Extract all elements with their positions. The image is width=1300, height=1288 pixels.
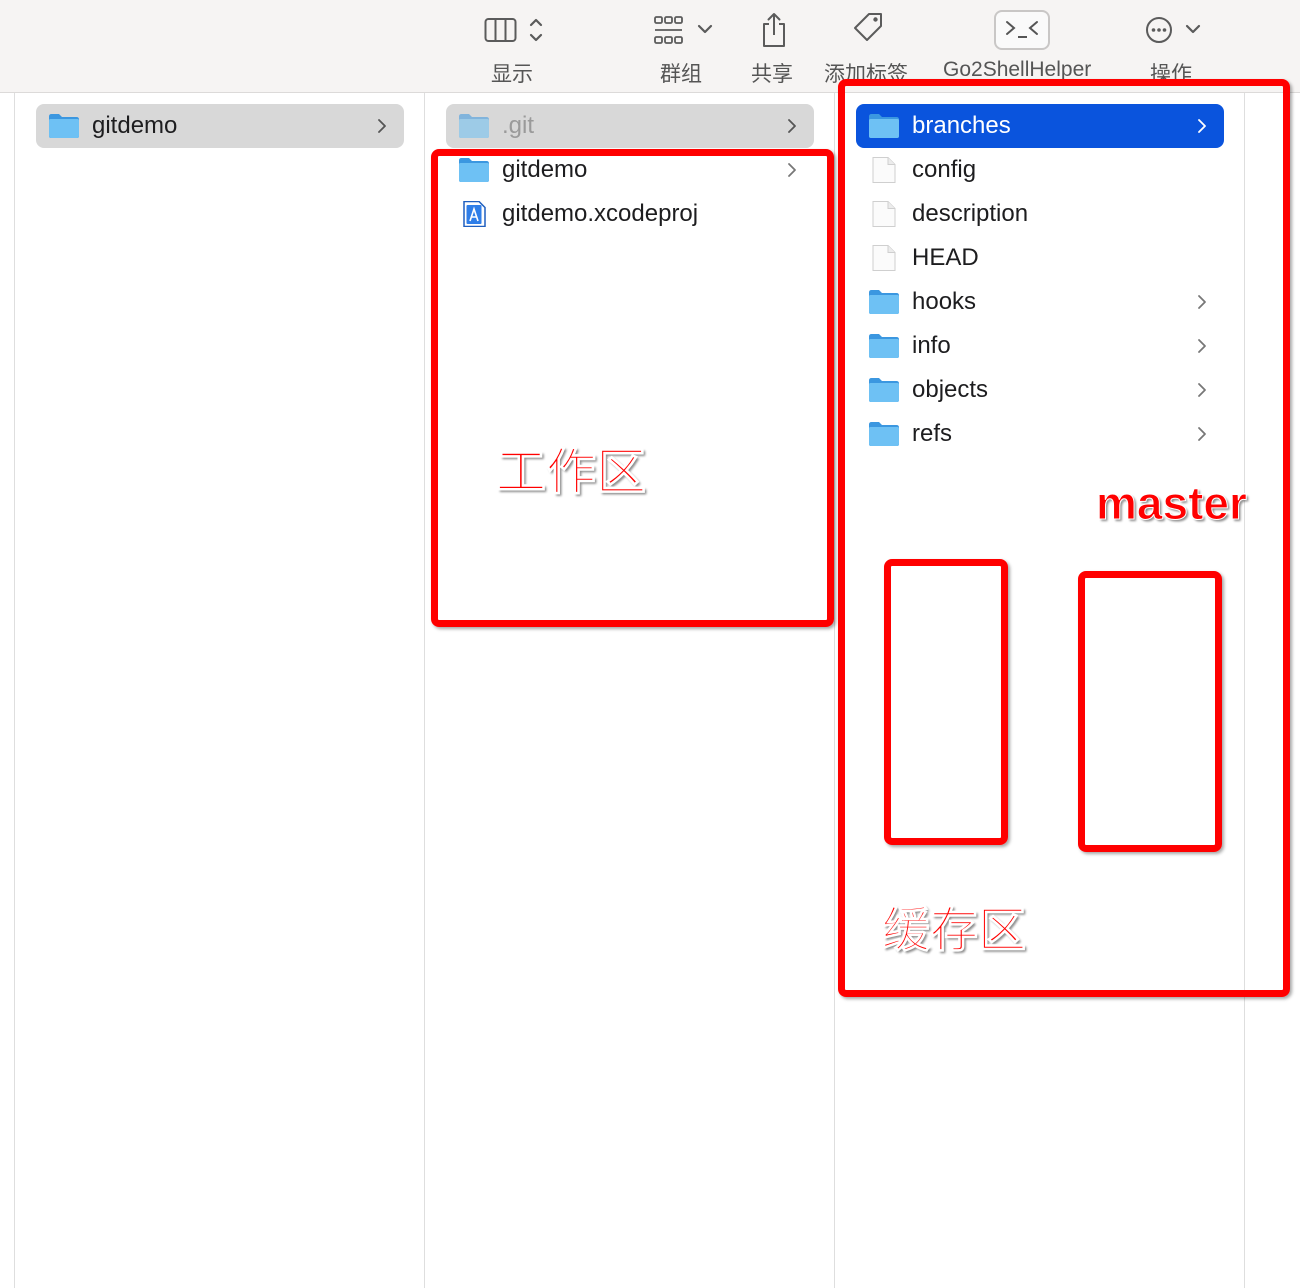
terminal-icon (994, 10, 1050, 50)
share-icon (760, 10, 788, 50)
group-label: 群组 (660, 63, 702, 86)
workspace-annotation-label: 工作区 (496, 444, 647, 501)
tag-icon (852, 10, 886, 50)
staging-annotation-box-1 (884, 559, 1008, 845)
share-button[interactable]: 共享 (748, 0, 808, 92)
columns-view-icon (484, 10, 550, 50)
chevron-right-icon (372, 118, 392, 134)
workspace-annotation-box (431, 149, 834, 627)
group-grid-icon (652, 10, 722, 50)
git-dir-annotation-box (838, 79, 1290, 997)
list-item-git-folder[interactable]: .git (446, 104, 814, 148)
staging-annotation-label: 缓存区 (881, 904, 1027, 958)
item-name: gitdemo (92, 112, 178, 139)
view-button[interactable]: 显示 (470, 0, 560, 92)
item-name: .git (502, 112, 535, 139)
chevron-right-icon (782, 118, 802, 134)
master-annotation-label: master (1096, 477, 1248, 530)
more-ellipsis-icon (1144, 10, 1206, 50)
share-label: 共享 (751, 63, 793, 86)
list-item-gitdemo-root[interactable]: gitdemo (36, 104, 404, 148)
column-1 (14, 93, 425, 1288)
folder-icon (458, 113, 490, 139)
staging-annotation-box-2 (1078, 571, 1222, 852)
folder-icon (48, 113, 80, 139)
group-button[interactable]: 群组 (646, 0, 726, 92)
view-label: 显示 (491, 63, 533, 86)
